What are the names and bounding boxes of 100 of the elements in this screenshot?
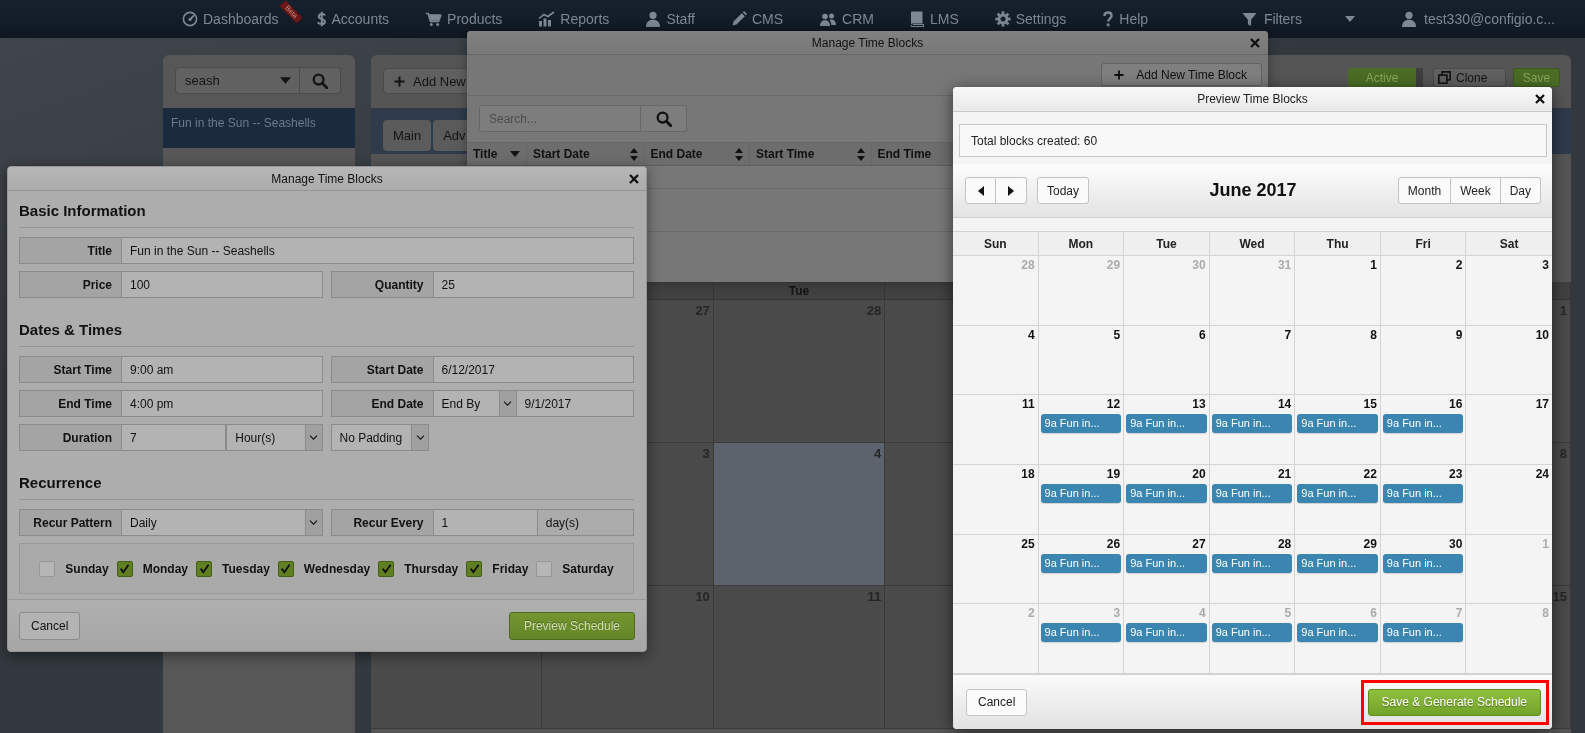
- text-field[interactable]: 25: [432, 271, 634, 298]
- date-number: 28: [1021, 258, 1035, 273]
- calendar-event[interactable]: 9a Fun in...: [1126, 484, 1207, 503]
- weekday-header: Fri: [1415, 236, 1431, 251]
- dropdown[interactable]: No Padding: [330, 424, 430, 451]
- weekday-header: Mon: [1068, 236, 1094, 251]
- date-number: 2: [1027, 606, 1035, 622]
- text-field[interactable]: 1: [432, 509, 538, 536]
- date-number: 9: [1455, 327, 1463, 343]
- chevron-down-icon: [309, 435, 318, 440]
- checkbox[interactable]: [196, 560, 212, 577]
- checkbox[interactable]: [277, 560, 294, 577]
- column-header[interactable]: Title: [467, 143, 527, 165]
- help-icon: [1102, 11, 1115, 27]
- calendar-event[interactable]: 9a Fun in...: [1126, 414, 1207, 434]
- calendar-event[interactable]: 9a Fun in...: [1040, 553, 1122, 573]
- calendar-event[interactable]: 9a Fun in...: [1382, 484, 1464, 503]
- view-button[interactable]: Day: [1500, 177, 1541, 204]
- calendar-event[interactable]: 9a Fun in...: [1040, 414, 1122, 434]
- nav-link[interactable]: Settings: [994, 11, 1067, 27]
- checkbox[interactable]: [466, 560, 483, 577]
- text-field[interactable]: Fun in the Sun -- Seashells: [121, 237, 634, 264]
- search-button[interactable]: [641, 105, 687, 132]
- close-button[interactable]: [629, 173, 639, 184]
- add-new-button[interactable]: Add New: [383, 68, 469, 94]
- column-header[interactable]: Start Date: [527, 143, 645, 165]
- calendar-event[interactable]: 9a Fun in...: [1297, 553, 1378, 573]
- plus-icon: [1114, 69, 1125, 80]
- previous-button[interactable]: [965, 177, 996, 204]
- cancel-button[interactable]: Cancel: [966, 688, 1028, 716]
- clone-button[interactable]: Clone: [1433, 68, 1506, 87]
- user-menu[interactable]: test330@configio.c...: [1401, 11, 1555, 27]
- column-header[interactable]: End Time: [871, 143, 938, 165]
- calendar-event[interactable]: 9a Fun in...: [1382, 414, 1464, 434]
- calendar-event[interactable]: 9a Fun in...: [1126, 553, 1207, 573]
- date-number: 31: [1277, 258, 1292, 273]
- view-button[interactable]: Month: [1397, 177, 1452, 204]
- dropdown[interactable]: Hour(s): [226, 424, 323, 451]
- column-header[interactable]: End Date: [644, 143, 750, 165]
- nav-link[interactable]: Help: [1102, 11, 1149, 27]
- preview-schedule-button[interactable]: Preview Schedule: [508, 611, 635, 640]
- checkbox-label: Thursday: [404, 561, 459, 576]
- calendar-event[interactable]: 9a Fun in...: [1040, 484, 1122, 503]
- calendar-event[interactable]: 9a Fun in...: [1211, 623, 1293, 643]
- calendar-event[interactable]: 9a Fun in...: [1211, 484, 1293, 503]
- checkbox[interactable]: [378, 560, 395, 577]
- settings-icon: [994, 11, 1011, 27]
- calendar-event[interactable]: 9a Fun in...: [1382, 553, 1464, 573]
- search-button[interactable]: [300, 67, 341, 94]
- calendar-event[interactable]: 9a Fun in...: [1211, 553, 1293, 573]
- filters-menu[interactable]: Filters: [1241, 11, 1356, 27]
- nav-link[interactable]: LMS: [909, 11, 959, 27]
- nav-link[interactable]: Products: [425, 11, 503, 27]
- unit-label: day(s): [537, 509, 634, 536]
- calendar-event[interactable]: 9a Fun in...: [1297, 484, 1378, 503]
- list-item[interactable]: Fun in the Sun -- Seashells: [163, 108, 355, 148]
- checkbox[interactable]: [39, 560, 56, 577]
- close-button[interactable]: [1535, 94, 1545, 104]
- column-header[interactable]: Start Time: [750, 143, 872, 165]
- date-number: 30: [1449, 536, 1463, 552]
- nav-link[interactable]: Dashboards: [182, 11, 279, 27]
- text-field[interactable]: 100: [121, 271, 323, 298]
- tab[interactable]: Main: [383, 120, 432, 151]
- date-number: 15: [1363, 397, 1377, 413]
- calendar-event[interactable]: 9a Fun in...: [1040, 623, 1122, 643]
- nav-link[interactable]: CRM: [819, 11, 874, 27]
- add-time-block-button[interactable]: Add New Time Block: [1101, 63, 1262, 86]
- save-generate-button[interactable]: Save & Generate Schedule: [1367, 688, 1541, 716]
- field-label: Title: [19, 237, 121, 264]
- text-field[interactable]: 9:00 am: [121, 356, 323, 383]
- status-toggle[interactable]: Active: [1348, 68, 1423, 87]
- text-field[interactable]: 4:00 pm: [121, 390, 323, 417]
- triangle-left-icon: [977, 185, 984, 196]
- text-field[interactable]: 6/12/2017: [432, 356, 634, 383]
- search-dropdown[interactable]: seash: [175, 67, 300, 94]
- text-field[interactable]: 7: [121, 424, 227, 451]
- checkbox[interactable]: [536, 560, 553, 577]
- nav-link[interactable]: CMS: [730, 11, 784, 27]
- today-button[interactable]: Today: [1037, 177, 1090, 204]
- date-number: 28: [1277, 536, 1292, 552]
- calendar-event[interactable]: 9a Fun in...: [1297, 414, 1378, 434]
- field-label: End Date: [330, 390, 433, 417]
- nav-link[interactable]: Staff: [645, 11, 695, 27]
- date-number: 8: [1542, 606, 1549, 622]
- calendar-event[interactable]: 9a Fun in...: [1211, 414, 1293, 434]
- calendar-event[interactable]: 9a Fun in...: [1126, 623, 1207, 643]
- nav-link[interactable]: Reports: [538, 11, 610, 27]
- date-number: 4: [1027, 327, 1035, 343]
- next-button[interactable]: [996, 177, 1027, 204]
- cancel-button[interactable]: Cancel: [19, 611, 81, 640]
- calendar-event[interactable]: 9a Fun in...: [1297, 623, 1378, 643]
- view-button[interactable]: Week: [1451, 177, 1501, 204]
- date-number: 23: [1449, 467, 1463, 482]
- calendar-event[interactable]: 9a Fun in...: [1382, 623, 1464, 643]
- dropdown[interactable]: Daily: [121, 509, 323, 536]
- nav-link[interactable]: Accounts: [314, 11, 390, 27]
- save-button[interactable]: Save: [1513, 68, 1560, 87]
- section-heading: Basic Information: [19, 202, 146, 219]
- checkbox[interactable]: [116, 560, 133, 577]
- date-number: 29: [1106, 258, 1121, 273]
